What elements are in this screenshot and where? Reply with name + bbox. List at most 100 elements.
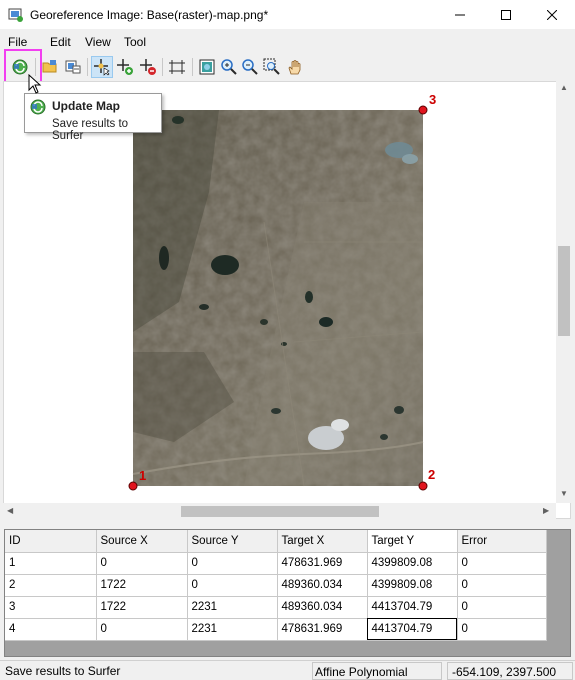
table-row[interactable]: 3 1722 2231 489360.034 4413704.79 0 (5, 596, 547, 619)
zoom-fit-icon (199, 59, 215, 75)
move-points-icon (169, 60, 185, 74)
transform-method: Affine Polynomial (315, 665, 408, 679)
horizontal-scrollbar[interactable]: ◀ ▶ (3, 503, 556, 519)
cell-source-y[interactable]: 2231 (187, 618, 278, 641)
scroll-up-arrow-icon[interactable]: ▲ (560, 83, 568, 92)
load-points-icon (65, 60, 81, 74)
menu-bar: File Edit View Tool (0, 31, 575, 53)
cell-source-x[interactable]: 1722 (96, 574, 188, 597)
cell-target-x[interactable]: 478631.969 (277, 618, 368, 641)
minimize-icon (455, 14, 465, 16)
scroll-right-arrow-icon[interactable]: ▶ (543, 506, 549, 515)
table-row[interactable]: 2 1722 0 489360.034 4399809.08 0 (5, 574, 547, 597)
zoom-out-icon (242, 59, 258, 75)
toolbar-separator (192, 58, 193, 76)
tooltip-title: Update Map (52, 99, 121, 113)
pan-button[interactable] (284, 56, 306, 78)
cell-source-y[interactable]: 2231 (187, 596, 278, 619)
cell-id[interactable]: 1 (5, 552, 97, 575)
cursor-coordinates: -654.109, 2397.500 (452, 665, 557, 679)
vertical-scroll-thumb[interactable] (558, 246, 570, 336)
select-point-icon (94, 59, 110, 76)
cell-target-y[interactable]: 4399809.08 (367, 552, 458, 575)
scroll-down-arrow-icon[interactable]: ▼ (560, 489, 568, 498)
column-header-id[interactable]: ID (5, 530, 97, 553)
zoom-rect-icon (263, 58, 280, 75)
menu-edit[interactable]: Edit (50, 35, 71, 49)
zoom-fit-button[interactable] (196, 56, 218, 78)
menu-file[interactable]: File (8, 35, 27, 49)
cell-source-x[interactable]: 0 (96, 618, 188, 641)
table-row[interactable]: 4 0 2231 478631.969 4413704.79 0 (5, 618, 547, 641)
cell-error[interactable]: 0 (457, 596, 547, 619)
hand-icon (288, 60, 301, 75)
add-point-icon (117, 59, 133, 75)
move-points-button[interactable] (166, 56, 188, 78)
delete-point-icon (140, 59, 156, 75)
column-header-target-y[interactable]: Target Y (367, 530, 458, 553)
status-bar: Save results to Surfer Affine Polynomial… (0, 660, 575, 680)
tooltip-description: Save results to Surfer (52, 118, 129, 142)
map-canvas: 1 2 3 (128, 92, 436, 491)
cell-source-y[interactable]: 0 (187, 552, 278, 575)
column-header-error[interactable]: Error (457, 530, 547, 553)
cell-target-x[interactable]: 478631.969 (277, 552, 368, 575)
cell-target-x[interactable]: 489360.034 (277, 596, 368, 619)
cell-error[interactable]: 0 (457, 574, 547, 597)
window-title: Georeference Image: Base(raster)-map.png… (30, 8, 269, 22)
horizontal-scroll-thumb[interactable] (181, 506, 379, 517)
satellite-image (132, 110, 424, 487)
control-points-table: ID Source X Source Y Target X Target Y E… (5, 530, 547, 641)
load-points-button[interactable] (62, 56, 84, 78)
select-point-button[interactable] (91, 56, 113, 78)
cell-id[interactable]: 4 (5, 618, 97, 641)
control-point-label-2: 2 (428, 467, 435, 482)
open-image-button[interactable] (39, 56, 61, 78)
status-message: Save results to Surfer (5, 664, 121, 678)
toolbar (0, 53, 575, 80)
cell-id[interactable]: 3 (5, 596, 97, 619)
column-header-source-y[interactable]: Source Y (187, 530, 278, 553)
cell-id[interactable]: 2 (5, 574, 97, 597)
mouse-pointer-icon (28, 74, 42, 94)
maximize-icon (501, 10, 511, 20)
control-point-label-1: 1 (139, 468, 146, 483)
cell-source-x[interactable]: 1722 (96, 596, 188, 619)
zoom-rect-button[interactable] (261, 56, 283, 78)
cell-target-y-selected[interactable]: 4413704.79 (367, 618, 458, 641)
column-header-target-x[interactable]: Target X (277, 530, 368, 553)
table-row[interactable]: 1 0 0 478631.969 4399809.08 0 (5, 552, 547, 575)
map-view[interactable]: 1 2 3 (3, 81, 571, 519)
maximize-button[interactable] (483, 0, 529, 30)
cell-source-x[interactable]: 0 (96, 552, 188, 575)
delete-point-button[interactable] (137, 56, 159, 78)
transform-method-panel: Affine Polynomial (312, 662, 442, 680)
column-header-source-x[interactable]: Source X (96, 530, 188, 553)
vertical-scrollbar[interactable]: ▲ ▼ (556, 81, 572, 503)
table-header-row: ID Source X Source Y Target X Target Y E… (5, 530, 547, 553)
update-map-tooltip: Update Map Save results to Surfer (24, 93, 162, 142)
cell-error[interactable]: 0 (457, 618, 547, 641)
close-button[interactable] (529, 0, 575, 30)
zoom-in-icon (221, 59, 237, 75)
cell-error[interactable]: 0 (457, 552, 547, 575)
cell-source-y[interactable]: 0 (187, 574, 278, 597)
title-bar: Georeference Image: Base(raster)-map.png… (0, 0, 575, 30)
cell-target-x[interactable]: 489360.034 (277, 574, 368, 597)
scroll-left-arrow-icon[interactable]: ◀ (7, 506, 13, 515)
zoom-in-button[interactable] (218, 56, 240, 78)
cell-target-y[interactable]: 4413704.79 (367, 596, 458, 619)
control-point-3[interactable]: 3 (418, 92, 436, 115)
open-folder-icon (42, 60, 57, 73)
control-point-label-3: 3 (429, 92, 436, 107)
zoom-out-button[interactable] (239, 56, 261, 78)
minimize-button[interactable] (437, 0, 483, 30)
cell-target-y[interactable]: 4399809.08 (367, 574, 458, 597)
toolbar-separator (87, 58, 88, 76)
add-point-button[interactable] (114, 56, 136, 78)
georeference-app-icon (8, 8, 23, 22)
menu-view[interactable]: View (85, 35, 111, 49)
menu-tool[interactable]: Tool (124, 35, 146, 49)
toolbar-separator (162, 58, 163, 76)
update-map-icon (30, 99, 46, 115)
